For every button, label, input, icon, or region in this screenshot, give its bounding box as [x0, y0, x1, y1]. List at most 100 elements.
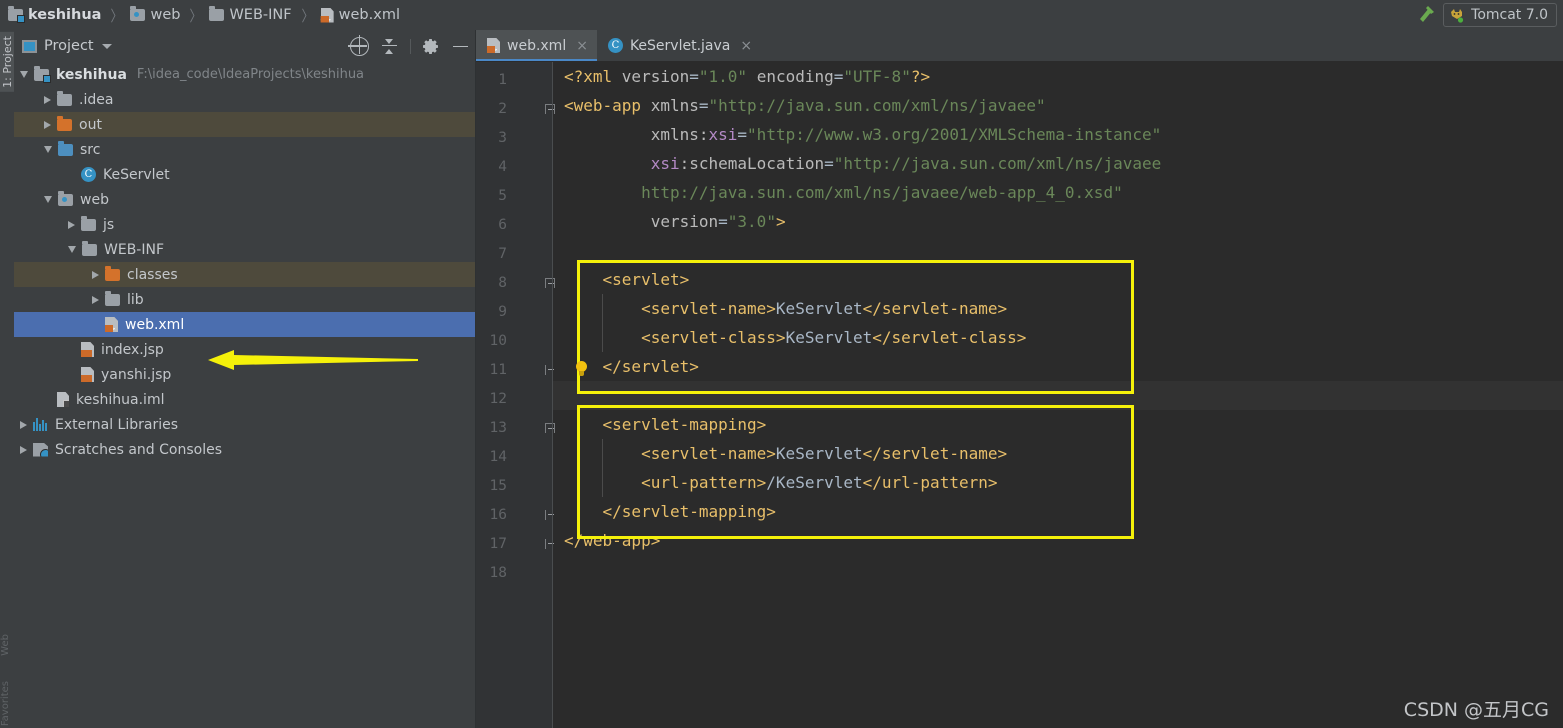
- tree-node-js[interactable]: js: [14, 212, 475, 237]
- crosshair-icon[interactable]: [350, 37, 369, 56]
- tree-node-scratches-and-consoles[interactable]: Scratches and Consoles: [14, 437, 475, 462]
- tree-twisty-down-icon[interactable]: [44, 196, 52, 203]
- code-token: http://java.sun.com/xml/ns/javaee/web-ap…: [641, 183, 1123, 202]
- tree-twisty-right-icon[interactable]: [44, 96, 51, 104]
- code-line-6[interactable]: version="3.0">: [553, 207, 1563, 236]
- tree-node-label: Scratches and Consoles: [55, 442, 222, 458]
- breadcrumb-item-keshihua[interactable]: keshihua: [6, 0, 103, 30]
- code-token: "http://java.sun.com/xml/ns/javaee: [834, 154, 1162, 173]
- code-token: =: [699, 96, 709, 115]
- tree-twisty-down-icon[interactable]: [44, 146, 52, 153]
- tree-twisty-right-icon[interactable]: [92, 296, 99, 304]
- tree-node-web[interactable]: web: [14, 187, 475, 212]
- tree-node-classes[interactable]: classes: [14, 262, 475, 287]
- code-token: /KeServlet: [766, 473, 862, 492]
- close-icon[interactable]: ×: [740, 39, 752, 53]
- indent-guide: [602, 439, 603, 468]
- java-class-icon: C: [81, 167, 96, 182]
- code-token: </web-app>: [564, 531, 660, 550]
- code-token: </url-pattern>: [863, 473, 998, 492]
- tree-node-external-libraries[interactable]: External Libraries: [14, 412, 475, 437]
- lightbulb-intention-icon[interactable]: [574, 356, 590, 385]
- tree-twisty-down-icon[interactable]: [68, 246, 76, 253]
- code-line-16[interactable]: </servlet-mapping>: [553, 497, 1563, 526]
- breadcrumb-item-web-xml[interactable]: <>web.xml: [319, 0, 402, 30]
- code-line-3[interactable]: xmlns:xsi="http://www.w3.org/2001/XMLSch…: [553, 120, 1563, 149]
- stripe-tab-favorites[interactable]: Favorites: [0, 681, 11, 726]
- breadcrumb-item-web[interactable]: web: [128, 0, 182, 30]
- breadcrumb-label: web.xml: [339, 7, 400, 23]
- editor-gutter[interactable]: 123456789101112131415161718: [476, 62, 553, 728]
- code-line-8[interactable]: <servlet>: [553, 265, 1563, 294]
- code-token: xmlns:: [651, 125, 709, 144]
- tree-node-keshihua[interactable]: keshihuaF:\idea_code\IdeaProjects\keshih…: [14, 62, 475, 87]
- code-line-15[interactable]: <url-pattern>/KeServlet</url-pattern>: [553, 468, 1563, 497]
- editor-tab-bar: <>web.xml×CKeServlet.java×: [476, 30, 1563, 62]
- code-content[interactable]: <?xml version="1.0" encoding="UTF-8"?><w…: [553, 62, 1563, 728]
- tree-twisty-down-icon[interactable]: [20, 71, 28, 78]
- tree-twisty-right-icon[interactable]: [92, 271, 99, 279]
- code-line-11[interactable]: </servlet>: [553, 352, 1563, 381]
- code-token: <servlet>: [603, 270, 690, 289]
- tree-node-keshihua-iml[interactable]: keshihua.iml: [14, 387, 475, 412]
- tree-node-web-inf[interactable]: WEB-INF: [14, 237, 475, 262]
- code-token: =: [737, 125, 747, 144]
- tree-twisty-right-icon[interactable]: [20, 446, 27, 454]
- tree-node-label: js: [103, 217, 114, 233]
- tree-node-web-xml[interactable]: <>web.xml: [14, 312, 475, 337]
- run-configuration-selector[interactable]: Tomcat 7.0: [1443, 3, 1557, 27]
- tree-node--idea[interactable]: .idea: [14, 87, 475, 112]
- code-line-17[interactable]: </web-app>: [553, 526, 1563, 555]
- tree-node-keservlet[interactable]: CKeServlet: [14, 162, 475, 187]
- breadcrumb-item-web-inf[interactable]: WEB-INF: [207, 0, 293, 30]
- code-line-1[interactable]: <?xml version="1.0" encoding="UTF-8"?>: [553, 62, 1563, 91]
- tree-node-index-jsp[interactable]: JSPindex.jsp: [14, 337, 475, 362]
- tree-node-label: yanshi.jsp: [101, 367, 171, 383]
- code-token: "UTF-8": [843, 67, 910, 86]
- tree-node-label: out: [79, 117, 102, 133]
- code-line-7[interactable]: [553, 236, 1563, 265]
- code-token: xsi: [651, 154, 680, 173]
- code-token: =: [689, 67, 699, 86]
- idea-window: keshihua〉web〉WEB-INF〉<>web.xml: [0, 0, 1563, 728]
- tree-node-label: lib: [127, 292, 144, 308]
- gear-icon[interactable]: [423, 38, 440, 55]
- minimize-icon[interactable]: [452, 38, 469, 55]
- tree-twisty-right-icon[interactable]: [68, 221, 75, 229]
- module-folder-icon: [8, 9, 23, 21]
- tree-node-lib[interactable]: lib: [14, 287, 475, 312]
- editor-tab-web-xml[interactable]: <>web.xml×: [476, 30, 597, 61]
- code-line-18[interactable]: [553, 555, 1563, 584]
- project-tree[interactable]: keshihuaF:\idea_code\IdeaProjects\keshih…: [14, 62, 475, 728]
- editor-tab-keservlet-java[interactable]: CKeServlet.java×: [597, 30, 761, 61]
- editor-tab-label: web.xml: [507, 38, 566, 54]
- code-token: </servlet-name>: [863, 299, 1008, 318]
- code-token: "1.0": [699, 67, 747, 86]
- breadcrumb-separator: 〉: [111, 5, 123, 26]
- code-line-9[interactable]: <servlet-name>KeServlet</servlet-name>: [553, 294, 1563, 323]
- stripe-tab-web[interactable]: Web: [0, 634, 11, 656]
- tree-node-path: F:\idea_code\IdeaProjects\keshihua: [137, 67, 364, 82]
- tree-twisty-right-icon[interactable]: [20, 421, 27, 429]
- collapse-all-icon[interactable]: [381, 38, 398, 55]
- code-line-10[interactable]: <servlet-class>KeServlet</servlet-class>: [553, 323, 1563, 352]
- code-line-4[interactable]: xsi:schemaLocation="http://java.sun.com/…: [553, 149, 1563, 178]
- tree-node-yanshi-jsp[interactable]: JSP yanshi.jsp: [14, 362, 475, 387]
- tree-node-out[interactable]: out: [14, 112, 475, 137]
- code-line-14[interactable]: <servlet-name>KeServlet</servlet-name>: [553, 439, 1563, 468]
- code-line-13[interactable]: <servlet-mapping>: [553, 410, 1563, 439]
- build-button[interactable]: [1409, 0, 1443, 30]
- project-view-selector[interactable]: Project: [22, 38, 112, 54]
- tree-twisty-right-icon[interactable]: [44, 121, 51, 129]
- stripe-tab-project[interactable]: 1: Project: [0, 32, 15, 92]
- tree-node-icon: JSP: [81, 367, 94, 382]
- code-token: [564, 270, 603, 289]
- code-line-5[interactable]: http://java.sun.com/xml/ns/javaee/web-ap…: [553, 178, 1563, 207]
- code-token: [564, 125, 651, 144]
- close-icon[interactable]: ×: [576, 39, 588, 53]
- left-tool-window-stripe: 1: Project Web Favorites: [0, 30, 15, 728]
- code-line-12[interactable]: [553, 381, 1563, 410]
- tree-node-src[interactable]: src: [14, 137, 475, 162]
- code-editor[interactable]: 123456789101112131415161718 <?xml versio…: [476, 62, 1563, 728]
- code-line-2[interactable]: <web-app xmlns="http://java.sun.com/xml/…: [553, 91, 1563, 120]
